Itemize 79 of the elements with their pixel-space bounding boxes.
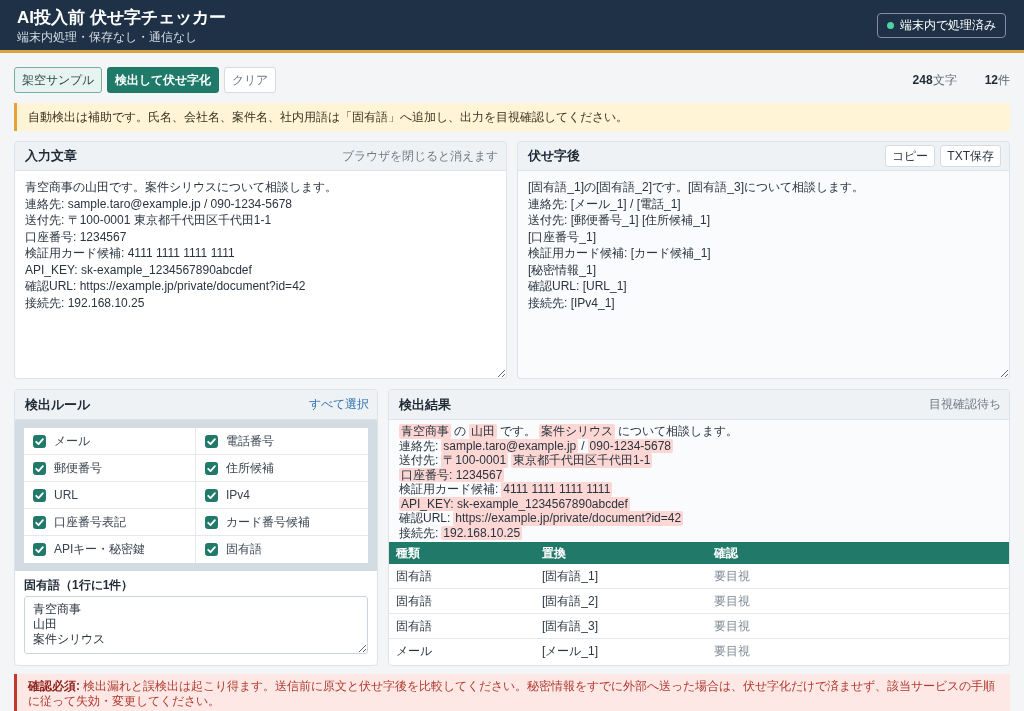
panel-title: 入力文章 <box>25 147 77 165</box>
preview-text: 送付先: <box>399 453 439 468</box>
highlighted-match: 山田 <box>469 424 497 439</box>
highlighted-match: 東京都千代田区千代田1-1 <box>511 453 653 468</box>
highlighted-match: API_KEY: sk-example_1234567890abcdef <box>399 496 630 511</box>
column-header: 置換 <box>541 544 566 562</box>
preview-text: / <box>581 438 585 453</box>
highlighted-match: sample.taro@example.jp <box>441 438 579 453</box>
rule-label: URL <box>54 488 78 502</box>
terms-label: 固有語（1行に1件） <box>24 578 134 592</box>
copy-button[interactable]: コピー <box>885 145 936 167</box>
panel-title: 検出結果 <box>399 395 451 414</box>
checkbox[interactable] <box>33 488 46 502</box>
rule-label: IPv4 <box>226 488 250 502</box>
rule-label: 固有語 <box>226 541 262 558</box>
select-all-link[interactable]: すべて選択 <box>309 396 369 413</box>
checkbox[interactable] <box>205 543 218 556</box>
table-cell: 固有語 <box>396 567 432 585</box>
app-title: AI投入前 伏せ字チェッカー <box>17 6 226 28</box>
match-count: 12件 <box>984 71 1010 89</box>
checkbox[interactable] <box>33 461 46 475</box>
status-dot-icon <box>887 21 894 29</box>
rule-label: 電話番号 <box>226 432 274 450</box>
highlighted-match: 青空商事 <box>399 424 451 439</box>
char-count: 248文字 <box>912 71 957 89</box>
output-text-field[interactable]: [固有語_1]の[固有語_2]です。[固有語_3]について相談します。 連絡先: [メール_1] / [電話_1] 送付先: [郵便番号_1] [住所候補_1] [口座番号_1] 検証用カード候補: [カード候補_1] [秘密情報_1] 確認URL: [URL_1] 接続先: [IPv4_1] <box>517 171 1010 379</box>
checkbox[interactable] <box>205 488 218 502</box>
table-cell: [固有語_1] <box>542 567 598 585</box>
badge-label: 端末内で処理済み <box>900 17 996 33</box>
preview-text: について相談します。 <box>618 424 738 439</box>
table-cell: [固有語_2] <box>542 592 598 610</box>
sample-button[interactable]: 架空サンプル <box>14 67 102 93</box>
highlighted-match: 〒100-0001 <box>441 453 509 468</box>
table-cell: 固有語 <box>396 617 432 635</box>
highlighted-match: 案件シリウス <box>539 424 615 439</box>
rule-label: 口座番号表記 <box>54 513 126 531</box>
preview-text: の <box>454 424 466 439</box>
save-txt-button[interactable]: TXT保存 <box>940 145 1001 167</box>
table-cell: 固有語 <box>396 592 432 610</box>
rule-label: APIキー・秘密鍵 <box>54 541 146 558</box>
preview-text: 確認URL: <box>399 511 451 526</box>
preview-text: 連絡先: <box>399 438 439 453</box>
highlighted-match: 4111 1111 1111 1111 <box>501 482 613 497</box>
app-subtitle: 端末内処理・保存なし・通信なし <box>17 29 198 44</box>
checkbox[interactable] <box>205 515 218 529</box>
table-cell: 要目視 <box>714 567 750 585</box>
column-header: 種類 <box>395 544 420 562</box>
column-header: 確認 <box>712 544 738 562</box>
table-cell: 要目視 <box>714 592 750 610</box>
rule-label: 郵便番号 <box>54 459 102 477</box>
rule-label: 住所候補 <box>226 459 274 477</box>
panel-note: ブラウザを閉じると消えます <box>342 147 498 165</box>
checkbox[interactable] <box>33 515 46 529</box>
clear-button[interactable]: クリア <box>224 67 276 93</box>
checkbox[interactable] <box>33 543 46 556</box>
table-cell: [固有語_3] <box>542 617 598 635</box>
table-cell: 要目視 <box>714 643 750 660</box>
rule-label: メール <box>54 432 90 450</box>
preview-text: です。 <box>500 424 536 439</box>
highlighted-match: 口座番号: 1234567 <box>399 467 505 482</box>
preview-text: 接続先: <box>399 525 439 540</box>
table-cell: [メール_1] <box>542 643 598 660</box>
table-cell: メール <box>396 643 432 660</box>
checkbox[interactable] <box>205 461 218 475</box>
checkbox[interactable] <box>205 434 218 448</box>
highlighted-match: https://example.jp/private/document?id=42 <box>453 511 684 526</box>
terms-text-field[interactable]: 青空商事 山田 案件シリウス <box>24 596 368 654</box>
info-notice: 自動検出は補助です。氏名、会社名、案件名、社内用語は「固有語」へ追加し、出力を目視確認してください。 <box>14 103 1010 131</box>
checkbox[interactable] <box>33 434 46 448</box>
panel-title: 伏せ字後 <box>528 147 580 165</box>
input-text-field[interactable]: 青空商事の山田です。案件シリウスについて相談します。 連絡先: sample.taro@example.jp / 090-1234-5678 送付先: 〒100-0001 東京都千代田区千代田1-1 口座番号: 1234567 検証用カード候補: 4111 1111 1111 1111 API_KEY: sk-example_1234567890abcdef 確認URL: https://example.jp/private/document?id=42 接続先: 192.168.10.25 <box>14 171 507 379</box>
primary-button[interactable]: 検出して伏せ字化 <box>107 67 219 93</box>
preview-text: 検証用カード候補: <box>399 482 499 497</box>
table-cell: 要目視 <box>714 617 750 635</box>
rule-label: カード番号候補 <box>226 513 310 531</box>
review-status: 目視確認待ち <box>929 396 1001 413</box>
highlighted-match: 090-1234-5678 <box>587 438 673 453</box>
warning-alert: 確認必須: 検出漏れと誤検出は起こり得ます。送信前に原文と伏せ字後を比較してください。秘密情報をすでに外部へ送った場合は、伏せ字化だけで済ませず、該当サービスの手順に従って失効・変更してください。 <box>14 674 1010 711</box>
panel-title: 検出ルール <box>25 395 90 414</box>
